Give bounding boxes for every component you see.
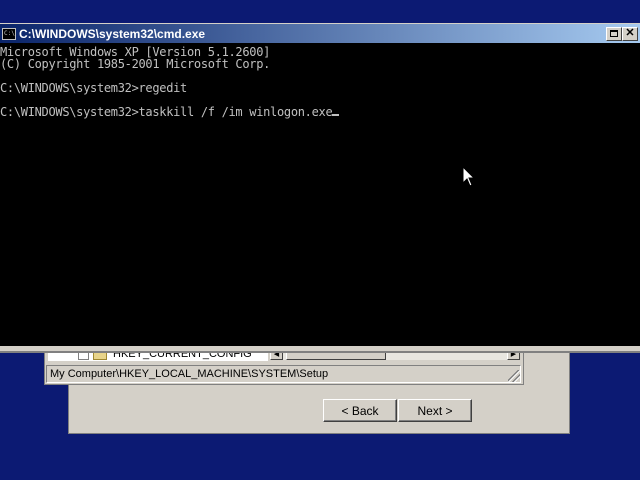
console-line: C:\WINDOWS\system32>taskkill /f /im winl… — [0, 105, 333, 119]
console-output[interactable]: Microsoft Windows XP [Version 5.1.2600] … — [0, 43, 640, 346]
status-path: My Computer\HKEY_LOCAL_MACHINE\SYSTEM\Se… — [50, 368, 329, 380]
mouse-pointer-icon — [462, 166, 476, 187]
next-button[interactable]: Next > — [398, 399, 472, 422]
window-title: C:\WINDOWS\system32\cmd.exe — [19, 26, 206, 41]
console-command-line[interactable]: C:\WINDOWS\system32>taskkill /f /im winl… — [0, 105, 340, 119]
console-titlebar[interactable]: C:\ C:\WINDOWS\system32\cmd.exe — [0, 24, 640, 43]
status-bar: My Computer\HKEY_LOCAL_MACHINE\SYSTEM\Se… — [46, 365, 521, 383]
console-icon[interactable]: C:\ — [2, 27, 16, 40]
size-grip-icon[interactable] — [508, 370, 520, 382]
maximize-icon — [610, 30, 618, 37]
back-button[interactable]: < Back — [323, 399, 397, 422]
back-button-label: < Back — [341, 403, 379, 418]
maximize-button[interactable] — [606, 27, 622, 41]
next-button-label: Next > — [417, 403, 453, 418]
close-icon: ✕ — [625, 27, 635, 39]
close-button[interactable]: ✕ — [622, 27, 638, 41]
text-cursor — [332, 114, 340, 116]
console-line: (C) Copyright 1985-2001 Microsoft Corp. — [0, 57, 271, 71]
console-line: C:\WINDOWS\system32>regedit — [0, 81, 187, 95]
